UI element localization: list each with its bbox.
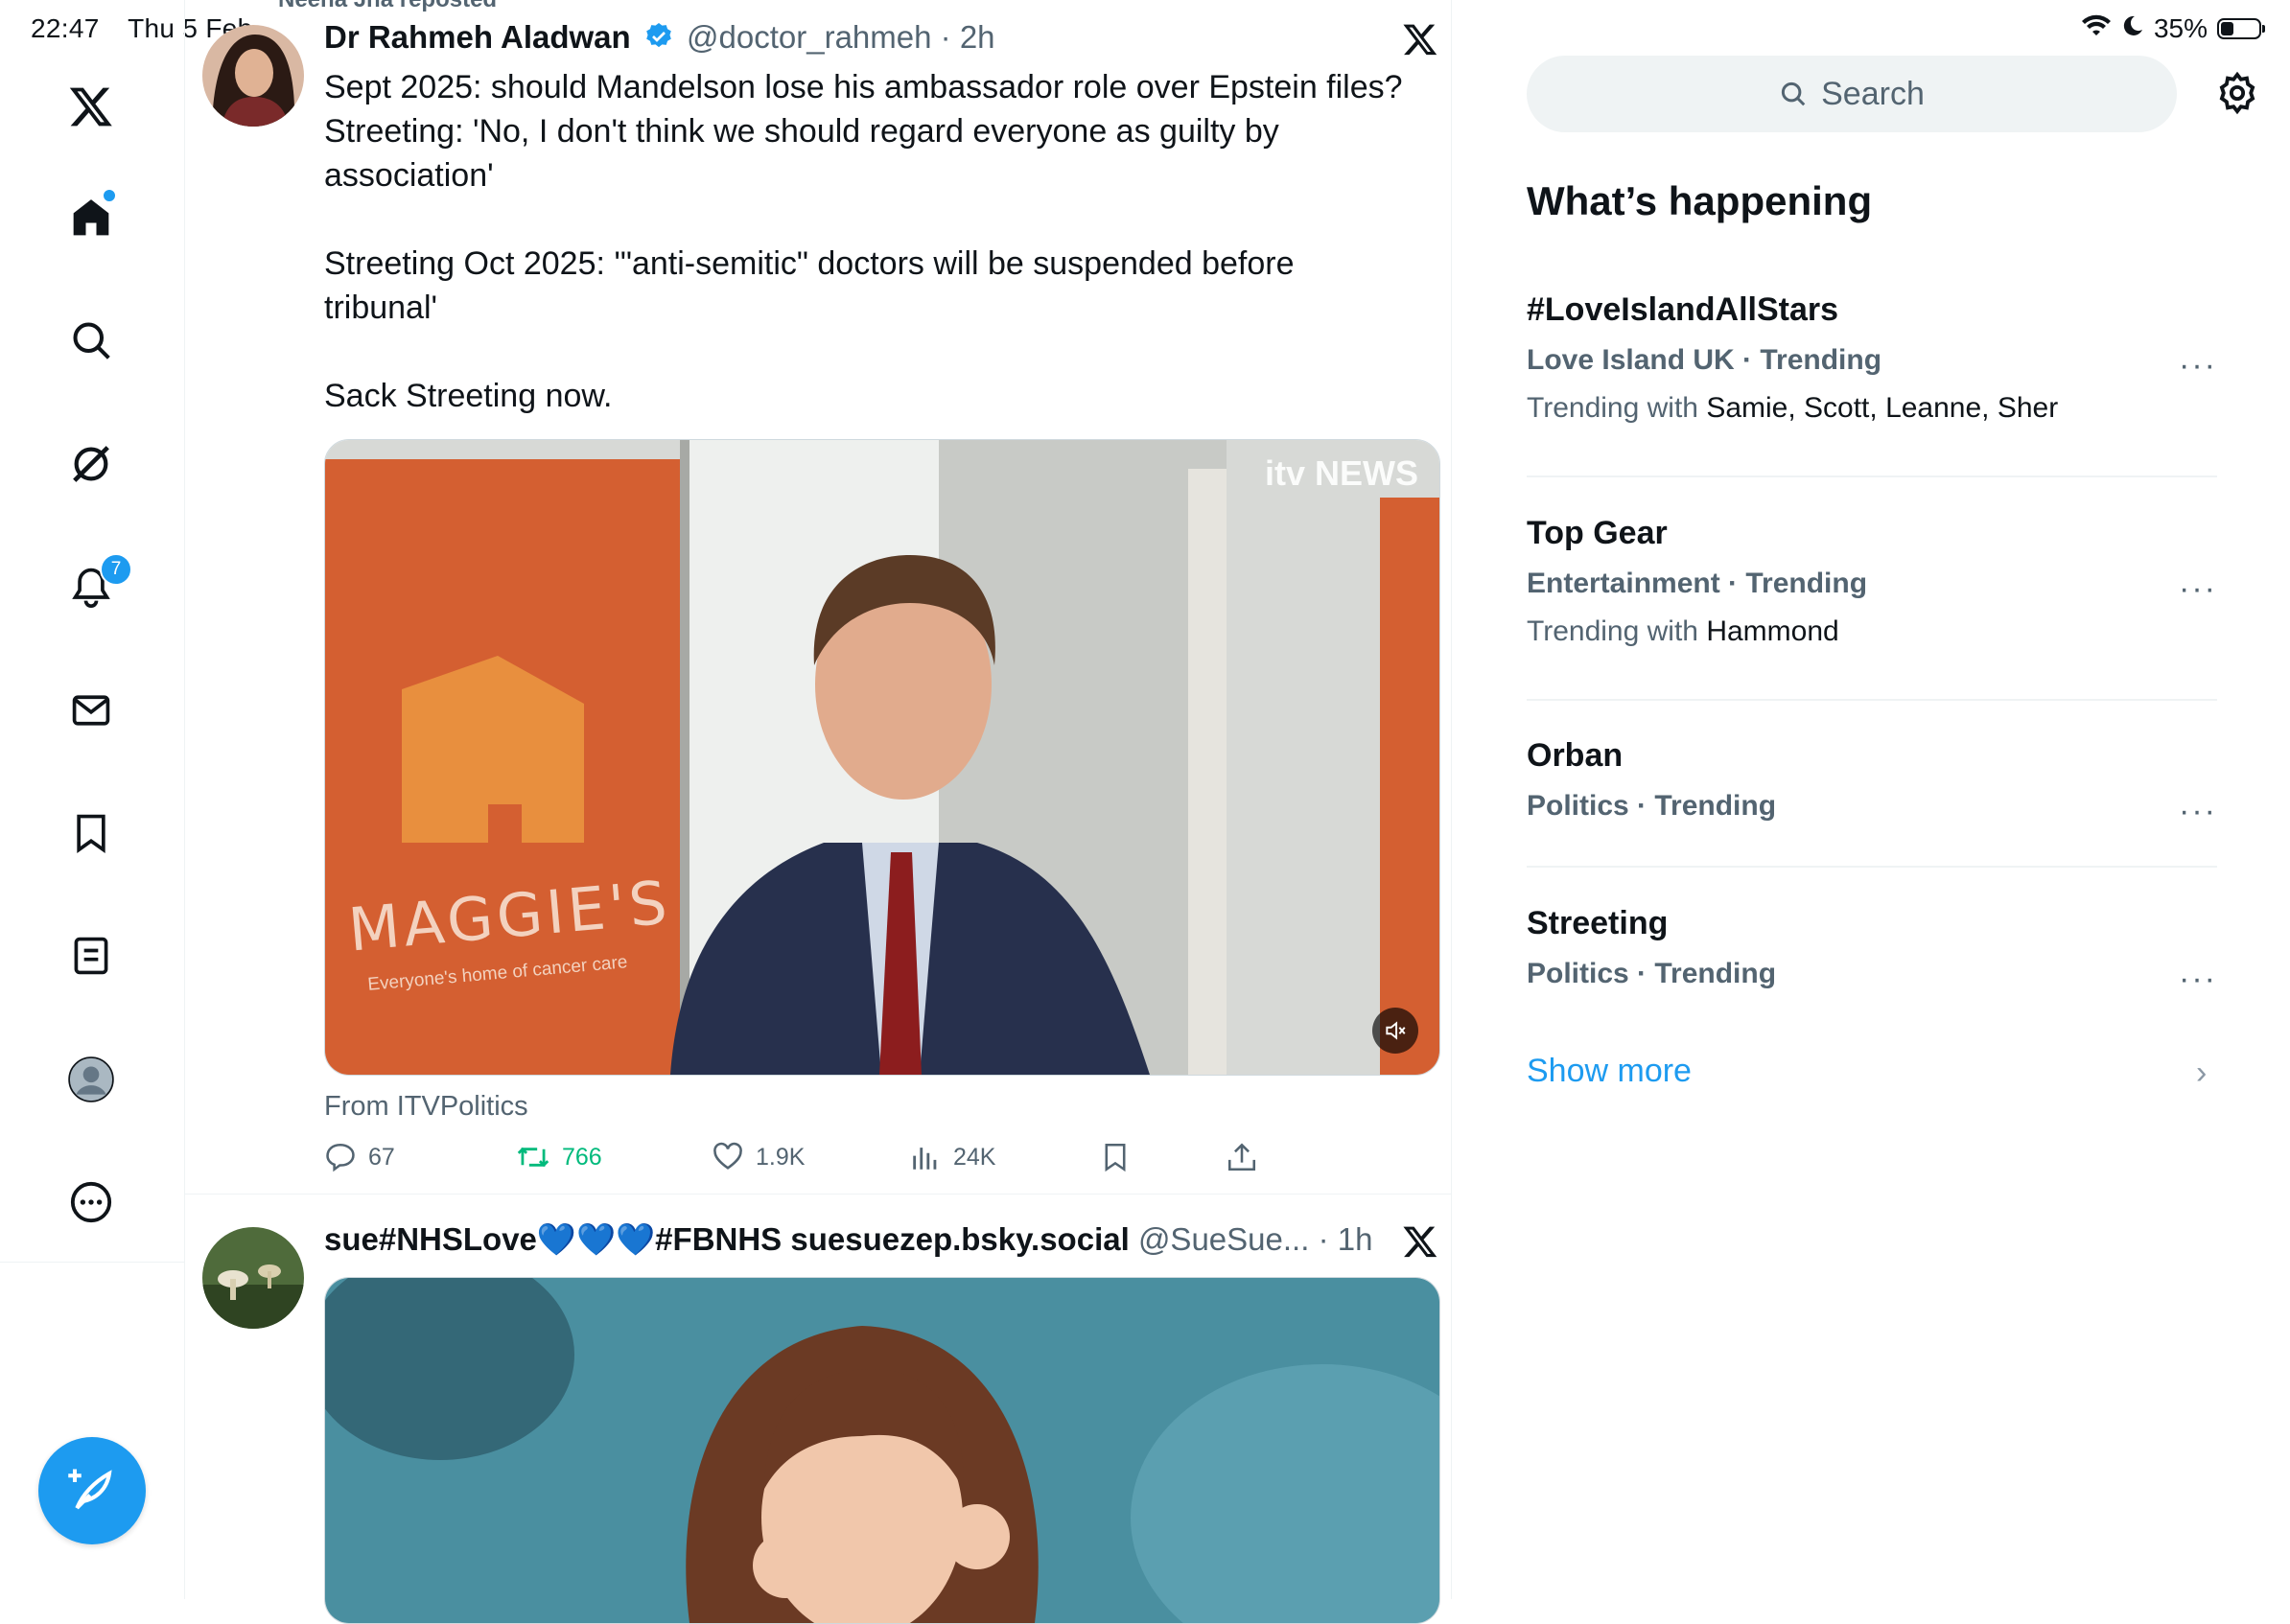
trend-item[interactable]: Top Gear Entertainment · Trending Trendi…: [1527, 515, 2217, 648]
x-logo-icon[interactable]: [63, 79, 119, 134]
trend-with-label: Trending with: [1527, 615, 1698, 647]
profile-icon[interactable]: [63, 1052, 119, 1107]
grok-icon[interactable]: [63, 436, 119, 492]
more-icon[interactable]: [63, 1174, 119, 1230]
home-new-dot: [102, 188, 117, 203]
tweet1-header: Dr Rahmeh Aladwan @doctor_rahmeh · 2h: [324, 19, 995, 59]
tweet-separator: [185, 1194, 1451, 1195]
tweet2-handle[interactable]: @SueSue...: [1138, 1221, 1309, 1257]
heart-icon: [713, 1142, 742, 1170]
share-button[interactable]: [1226, 1141, 1258, 1173]
messages-icon[interactable]: [63, 683, 119, 738]
repost-icon: [517, 1147, 549, 1168]
tweet2-media[interactable]: [324, 1277, 1440, 1624]
views-count: 24K: [953, 1143, 996, 1171]
views-button[interactable]: 24K: [909, 1141, 995, 1173]
home-icon[interactable]: [63, 188, 119, 245]
trend-with-names: Hammond: [1706, 615, 1839, 647]
repost-button[interactable]: 766: [516, 1141, 602, 1173]
reply-button[interactable]: 67: [324, 1141, 395, 1173]
moon-icon: [2121, 13, 2144, 44]
search-input[interactable]: Search: [1527, 56, 2177, 132]
trend-meta: Politics · Trending: [1527, 958, 1777, 989]
trend-with-label: Trending with: [1527, 392, 1698, 424]
status-bar-right: 35%: [2081, 13, 2265, 44]
more-options-icon[interactable]: ···: [2179, 347, 2217, 384]
settings-button[interactable]: [2215, 71, 2259, 120]
search-icon[interactable]: [63, 313, 119, 368]
trend-meta: Entertainment · Trending: [1527, 568, 1868, 599]
tweet1-actions: 67 766 1.9K 24K: [324, 1141, 1438, 1183]
search-icon: [1782, 81, 1806, 106]
verified-badge-icon: [643, 21, 674, 59]
trend-meta: Love Island UK · Trending: [1527, 344, 1882, 376]
tweet1-source[interactable]: From ITVPolitics: [324, 1091, 528, 1123]
more-options-icon[interactable]: ···: [2179, 961, 2217, 998]
more-options-icon[interactable]: ···: [2179, 793, 2217, 830]
trend-divider: [1527, 866, 2217, 868]
gear-icon: [2219, 71, 2255, 115]
like-button[interactable]: 1.9K: [712, 1141, 805, 1173]
compose-button[interactable]: [38, 1437, 146, 1544]
wifi-icon: [2081, 13, 2112, 44]
whats-happening-title: What’s happening: [1527, 178, 1873, 223]
views-chart-icon: [913, 1148, 937, 1170]
tweet2-x-logo-icon: [1402, 1223, 1438, 1264]
nav-divider: [0, 1262, 184, 1263]
tweet1-handle[interactable]: @doctor_rahmeh: [687, 19, 931, 55]
reply-count: 67: [368, 1143, 395, 1171]
trend-divider: [1527, 699, 2217, 701]
reply-icon: [326, 1143, 355, 1172]
itv-news-watermark: itv NEWS: [1264, 453, 1418, 493]
show-more-link[interactable]: Show more: [1527, 1053, 1692, 1090]
trend-title: Top Gear: [1527, 515, 1668, 551]
lists-icon[interactable]: [63, 928, 119, 984]
chevron-right-icon: ›: [2196, 1055, 2208, 1091]
left-nav: 7: [0, 0, 185, 1599]
trend-item[interactable]: Orban Politics · Trending ···: [1527, 737, 2217, 829]
notifications-badge: 7: [100, 553, 132, 586]
battery-icon: [2217, 18, 2265, 39]
trend-item[interactable]: #LoveIslandAllStars Love Island UK · Tre…: [1527, 291, 2217, 425]
trend-title: #LoveIslandAllStars: [1527, 291, 1839, 328]
trend-divider: [1527, 476, 2217, 477]
repost-label: Neena Jha reposted: [278, 0, 497, 13]
tweet2-header: sue#NHSLove💙💙💙#FBNHS suesuezep.bsky.soci…: [324, 1221, 1372, 1259]
more-options-icon[interactable]: ···: [2179, 570, 2217, 608]
trend-title: Orban: [1527, 737, 1624, 774]
tweet1-text: Sept 2025: should Mandelson lose his amb…: [324, 69, 1403, 414]
tweet1-avatar[interactable]: [202, 25, 304, 127]
muted-speaker-icon: [1386, 1021, 1406, 1040]
mute-toggle[interactable]: [1372, 1008, 1418, 1054]
tweet1-time[interactable]: 2h: [960, 19, 995, 55]
bookmarks-icon[interactable]: [63, 805, 119, 861]
tweet1-x-logo-icon: [1402, 21, 1438, 62]
tweet1-dot: ·: [940, 19, 951, 55]
bookmark-icon: [1105, 1143, 1126, 1172]
tweet1-author-name[interactable]: Dr Rahmeh Aladwan: [324, 19, 631, 55]
like-count: 1.9K: [756, 1143, 806, 1171]
share-icon: [1227, 1143, 1256, 1172]
tweet1-video[interactable]: MAGGIE'S Everyone's home of cancer care …: [324, 439, 1440, 1076]
search-placeholder: Search: [1821, 75, 1925, 112]
trend-title: Streeting: [1527, 905, 1669, 941]
tweet2-author-name[interactable]: sue#NHSLove💙💙💙#FBNHS suesuezep.bsky.soci…: [324, 1221, 1130, 1257]
tweet2-time[interactable]: 1h: [1338, 1221, 1373, 1257]
battery-percent: 35%: [2153, 13, 2208, 43]
trend-meta: Politics · Trending: [1527, 790, 1777, 822]
compose-feather-icon: [68, 1469, 112, 1510]
trend-item[interactable]: Streeting Politics · Trending ···: [1527, 905, 2217, 997]
bookmark-button[interactable]: [1099, 1141, 1132, 1173]
repost-count: 766: [562, 1143, 602, 1171]
notifications-icon[interactable]: 7: [63, 553, 132, 615]
trend-with-names: Samie, Scott, Leanne, Sher: [1706, 392, 2059, 424]
tweet2-dot: ·: [1318, 1221, 1329, 1257]
tweet2-avatar[interactable]: [202, 1227, 304, 1329]
